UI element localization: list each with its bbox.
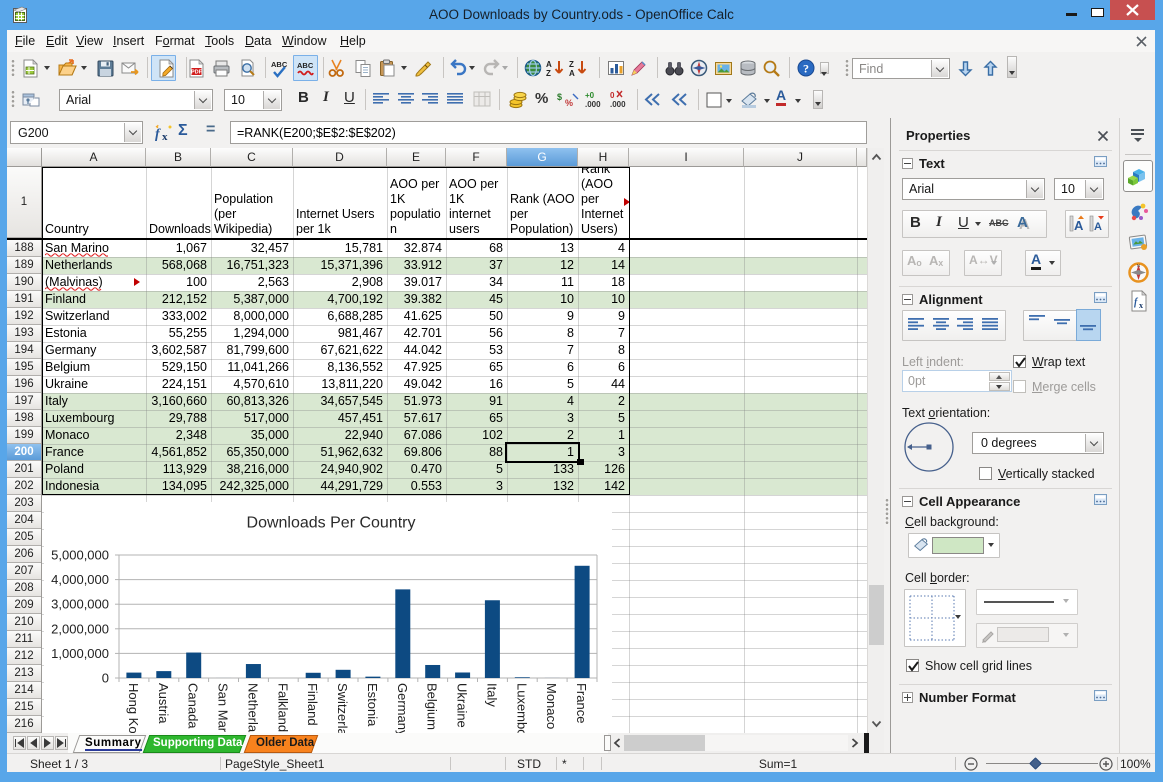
svg-text:Falkland Islands: Falkland Islands xyxy=(275,683,290,733)
svg-text:Belgium: Belgium xyxy=(425,683,440,730)
svg-text:A: A xyxy=(569,69,575,78)
svg-text:Netherlands: Netherlands xyxy=(245,683,260,733)
svg-text:2,000,000: 2,000,000 xyxy=(51,621,109,636)
svg-text:5,000,000: 5,000,000 xyxy=(51,548,109,563)
svg-text:+0: +0 xyxy=(585,91,595,100)
svg-text:ABC: ABC xyxy=(297,61,314,70)
svg-text:Downloads Per Country: Downloads Per Country xyxy=(247,515,416,532)
svg-text:1,000,000: 1,000,000 xyxy=(51,646,109,661)
svg-text:0: 0 xyxy=(102,671,109,686)
svg-text:x: x xyxy=(1139,301,1143,310)
svg-text:PDF: PDF xyxy=(191,70,203,76)
svg-text:Ukraine: Ukraine xyxy=(455,683,470,728)
svg-text:Canada: Canada xyxy=(186,683,201,729)
svg-text:Hong Kong: Hong Kong xyxy=(126,683,141,733)
svg-text:f: f xyxy=(155,127,161,142)
svg-text:x: x xyxy=(162,131,168,142)
svg-text:?: ? xyxy=(803,62,809,76)
svg-text:3,000,000: 3,000,000 xyxy=(51,597,109,612)
svg-text:Luxembourg: Luxembourg xyxy=(514,683,529,733)
svg-text:Estonia: Estonia xyxy=(365,683,380,727)
svg-text:0: 0 xyxy=(610,91,615,100)
svg-text:N: N xyxy=(1137,263,1140,268)
svg-text:France: France xyxy=(574,683,589,723)
svg-text:$: $ xyxy=(557,92,562,102)
svg-text:4,000,000: 4,000,000 xyxy=(51,572,109,587)
svg-text:Monaco: Monaco xyxy=(544,683,559,729)
svg-text:.000: .000 xyxy=(610,100,626,109)
svg-text:San Marino: San Marino xyxy=(216,683,231,733)
svg-text:%: % xyxy=(565,98,573,108)
svg-text:A: A xyxy=(546,60,552,69)
svg-text:Austria: Austria xyxy=(156,683,171,724)
svg-text:A: A xyxy=(1074,218,1084,233)
svg-text:Switzerland: Switzerland xyxy=(335,683,350,733)
svg-text:Finland: Finland xyxy=(305,683,320,726)
svg-text:Z: Z xyxy=(569,60,574,69)
svg-text:Z: Z xyxy=(546,69,551,78)
svg-text:Italy: Italy xyxy=(484,683,499,707)
svg-text:.000: .000 xyxy=(585,100,601,109)
svg-text:A: A xyxy=(1094,221,1102,233)
svg-text:Germany: Germany xyxy=(395,683,410,733)
